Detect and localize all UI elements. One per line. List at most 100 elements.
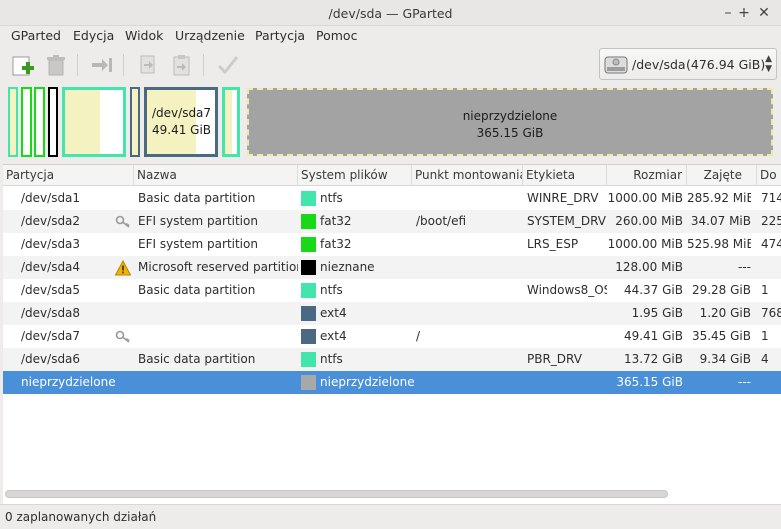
column-used[interactable]: Zajęte: [687, 165, 757, 186]
cell-used: 35.45 GiB: [691, 329, 751, 343]
device-selector[interactable]: /dev/sda (476.94 GiB) ▲ ▼: [599, 48, 777, 80]
menu-edit[interactable]: Edycja: [73, 28, 114, 43]
selected-partition-name: /dev/sda7: [152, 106, 212, 120]
cell-size: 49.41 GiB: [623, 329, 683, 343]
copy-button[interactable]: [134, 51, 162, 79]
hard-disk-icon: [604, 56, 628, 74]
cell-size: 1.95 GiB: [631, 306, 683, 320]
cell-name: Basic data partition: [138, 191, 256, 205]
cell-unused: 1: [761, 283, 769, 297]
cell-partition: /dev/sda8: [21, 306, 81, 320]
new-partition-icon: [12, 56, 34, 76]
key-icon: [115, 214, 131, 230]
table-row[interactable]: /dev/sda4 Microsoft reserved partition nie…: [3, 256, 781, 279]
filesystem-color-swatch: [301, 352, 316, 367]
checkmark-icon: [217, 56, 239, 75]
table-row[interactable]: /dev/sda2 EFI system partition fat32/boot/…: [3, 210, 781, 233]
column-name[interactable]: Nazwa: [134, 165, 298, 186]
cell-unused: 768: [761, 306, 781, 320]
filesystem-color-swatch: [301, 260, 316, 275]
cell-mountpoint: [416, 256, 522, 279]
cell-used: 525.98 MiB: [687, 237, 751, 251]
column-partition[interactable]: Partycja: [3, 165, 134, 186]
apply-button[interactable]: [214, 51, 242, 79]
cell-partition: /dev/sda3: [21, 237, 81, 251]
resize-move-button[interactable]: [88, 51, 116, 79]
cell-filesystem: ext4: [320, 329, 347, 343]
selected-partition-size: 49.41 GiB: [152, 123, 212, 137]
partition-block-sda4[interactable]: [48, 87, 58, 157]
partition-block-sda3[interactable]: [34, 87, 45, 157]
menu-device[interactable]: Urządzenie: [175, 28, 245, 43]
partition-table: Partycja Nazwa System plików Punkt monto…: [3, 164, 781, 504]
table-row[interactable]: nieprzydzielone nieprzydzielone 365.15 GiB…: [3, 371, 781, 394]
close-icon[interactable]: ✕: [755, 4, 773, 22]
cell-unused: 4: [761, 352, 769, 366]
cell-used: ---: [738, 260, 751, 274]
cell-unused: [761, 371, 781, 394]
delete-button[interactable]: [42, 51, 70, 79]
partition-block-sda1[interactable]: [8, 87, 18, 157]
table-row[interactable]: /dev/sda8 ext4 1.95 GiB 1.20 GiB 768: [3, 302, 781, 325]
horizontal-scrollbar[interactable]: [5, 490, 668, 498]
device-size: (476.94 GiB): [686, 57, 766, 72]
cell-mountpoint: [416, 279, 522, 302]
unallocated-size: 365.15 GiB: [476, 126, 544, 140]
filesystem-color-swatch: [301, 375, 316, 390]
cell-mountpoint: [416, 348, 522, 371]
cell-used: 285.92 MiB: [687, 191, 751, 205]
table-row[interactable]: /dev/sda3 EFI system partition fat32 LRS_ES…: [3, 233, 781, 256]
menu-view[interactable]: Widok: [125, 28, 163, 43]
partition-block-sda5[interactable]: [62, 87, 126, 157]
column-label[interactable]: Etykieta: [523, 165, 607, 186]
cell-used: 1.20 GiB: [699, 306, 751, 320]
table-header: Partycja Nazwa System plików Punkt monto…: [3, 165, 781, 186]
cell-partition: /dev/sda5: [21, 283, 81, 297]
cell-name: Basic data partition: [138, 352, 256, 366]
maximize-icon[interactable]: +: [735, 4, 753, 22]
cell-unused: 714: [761, 191, 781, 205]
table-row[interactable]: /dev/sda6 Basic data partition ntfs PBR_DRV…: [3, 348, 781, 371]
partition-block-sda6[interactable]: [222, 87, 240, 157]
filesystem-color-swatch: [301, 329, 316, 344]
cell-name: [138, 302, 298, 325]
column-filesystem[interactable]: System plików: [298, 165, 412, 186]
cell-used: 29.28 GiB: [691, 283, 751, 297]
table-row[interactable]: /dev/sda5 Basic data partition ntfs Windows…: [3, 279, 781, 302]
cell-partition: /dev/sda6: [21, 352, 81, 366]
cell-filesystem: ntfs: [320, 283, 343, 297]
menu-gparted[interactable]: GParted: [11, 28, 61, 43]
cell-used: 9.34 GiB: [699, 352, 751, 366]
title-bar: /dev/sda — GParted – + ✕: [0, 0, 781, 26]
cell-size: 260.00 MiB: [615, 214, 683, 228]
cell-filesystem: ntfs: [320, 352, 343, 366]
cell-mountpoint: [416, 371, 522, 394]
table-row[interactable]: /dev/sda7 ext4/49.41 GiB 35.45 GiB 1: [3, 325, 781, 348]
partition-block-sda7[interactable]: /dev/sda7 49.41 GiB: [144, 87, 218, 157]
cell-name: EFI system partition: [138, 214, 258, 228]
unallocated-block[interactable]: nieprzydzielone 365.15 GiB: [247, 88, 773, 156]
cell-filesystem: fat32: [320, 237, 352, 251]
new-partition-button[interactable]: [9, 51, 37, 79]
cell-label: [527, 371, 607, 394]
column-mountpoint[interactable]: Punkt montowania: [412, 165, 523, 186]
partition-block-sda8[interactable]: [130, 87, 140, 157]
cell-unused: 225: [761, 214, 781, 228]
copy-icon: [140, 55, 155, 74]
cell-size: 13.72 GiB: [623, 352, 683, 366]
cell-label: PBR_DRV: [527, 352, 582, 366]
toolbar-separator: [123, 54, 124, 76]
menu-bar: GParted Edycja Widok Urządzenie Partycja…: [0, 26, 781, 46]
menu-help[interactable]: Pomoc: [316, 28, 357, 43]
partition-block-sda2[interactable]: [21, 87, 32, 157]
paste-button[interactable]: [168, 51, 196, 79]
menu-partition[interactable]: Partycja: [255, 28, 305, 43]
cell-size: 44.37 GiB: [623, 283, 683, 297]
cell-filesystem: ext4: [320, 306, 347, 320]
cell-name: [138, 371, 298, 394]
toolbar-separator: [77, 54, 78, 76]
column-size[interactable]: Rozmiar: [607, 165, 687, 186]
column-unused[interactable]: Do: [757, 165, 781, 186]
cell-size: 365.15 GiB: [616, 375, 683, 389]
table-row[interactable]: /dev/sda1 Basic data partition ntfs WINRE_D…: [3, 187, 781, 210]
